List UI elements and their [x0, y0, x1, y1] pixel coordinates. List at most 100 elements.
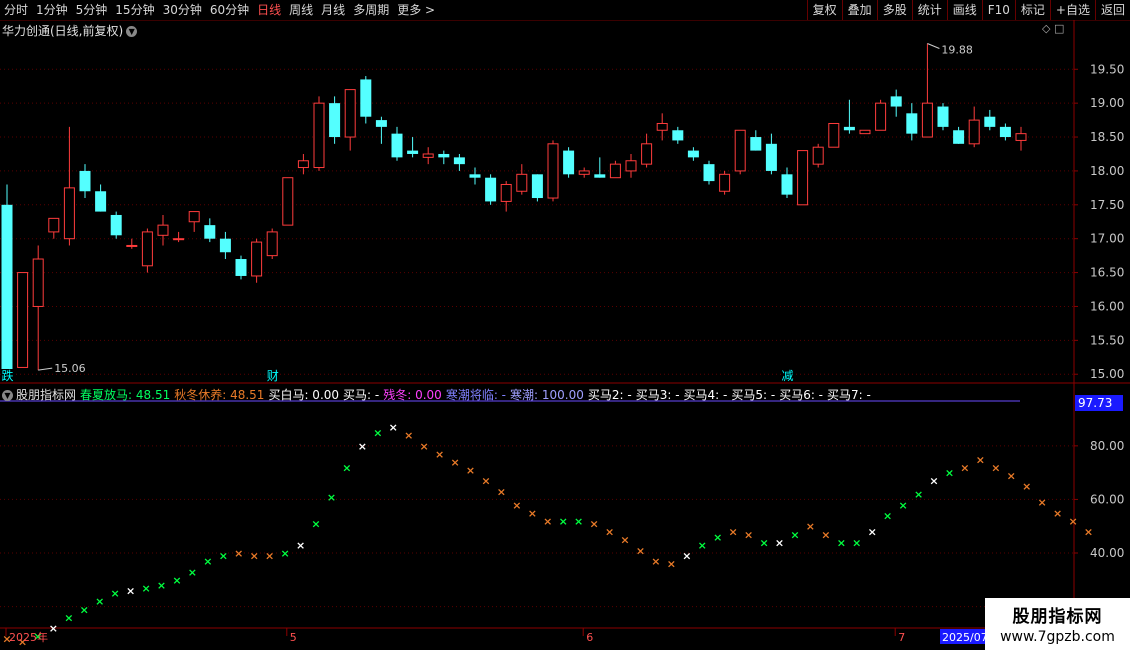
spring-horse-marker: ×: [713, 531, 722, 544]
indicator-axis-label: 40.00: [1090, 546, 1124, 560]
spring-horse-marker: ×: [868, 526, 877, 539]
spring-horse-marker: ×: [837, 536, 846, 549]
candle-body-down: [110, 214, 122, 236]
candle-body-up: [547, 143, 559, 199]
autumn-rest-marker: ×: [620, 534, 629, 547]
candle-body-down: [1, 204, 13, 371]
candle-body-down: [329, 103, 341, 138]
spring-horse-marker: ×: [682, 550, 691, 563]
autumn-rest-marker: ×: [729, 526, 738, 539]
indicator-value-6: 寒潮: 100.00: [510, 388, 584, 402]
autumn-rest-marker: ×: [667, 558, 676, 571]
candle-body-up: [297, 160, 309, 169]
spring-horse-marker: ×: [64, 611, 73, 624]
current-date-label: 2025/07: [942, 631, 988, 644]
autumn-rest-marker: ×: [960, 461, 969, 474]
indicator-value-10: 买马5: -: [731, 388, 776, 402]
spring-horse-marker: ×: [389, 421, 398, 434]
indicator-legend: ▼ 股朋指标网 春夏放马: 48.51 秋冬休养: 48.51 买白马: 0.00 买马:…: [2, 386, 875, 403]
spring-horse-marker: ×: [296, 539, 305, 552]
candle-body-up: [266, 231, 278, 257]
event-marker-1: 财: [267, 369, 279, 383]
autumn-rest-marker: ×: [497, 485, 506, 498]
candle-body-down: [687, 150, 699, 158]
candle-body-up: [173, 238, 185, 241]
spring-horse-marker: ×: [898, 499, 907, 512]
candle-body-down: [360, 79, 372, 117]
indicator-value-1: 秋冬休养: 48.51: [174, 388, 265, 402]
spring-horse-marker: ×: [373, 426, 382, 439]
candle-body-up: [17, 272, 29, 368]
price-axis-label: 15.00: [1090, 367, 1124, 381]
candle-body-up: [921, 102, 933, 138]
candle-body-down: [953, 130, 965, 144]
spring-horse-marker: ×: [280, 547, 289, 560]
price-axis-label: 17.50: [1090, 198, 1124, 212]
spring-horse-marker: ×: [141, 582, 150, 595]
candle-body-down: [937, 106, 949, 127]
candle-body-down: [765, 143, 777, 171]
spring-horse-marker: ×: [95, 595, 104, 608]
price-axis-label: 16.00: [1090, 299, 1124, 313]
autumn-rest-marker: ×: [589, 518, 598, 531]
indicator-value-7: 买马2: -: [587, 388, 632, 402]
indicator-name[interactable]: 股朋指标网: [16, 388, 76, 402]
spring-horse-marker: ×: [775, 536, 784, 549]
indicator-value-12: 买马7: -: [827, 388, 871, 402]
autumn-rest-marker: ×: [512, 499, 521, 512]
candle-body-down: [453, 157, 465, 165]
autumn-rest-marker: ×: [1007, 469, 1016, 482]
spring-horse-marker: ×: [574, 515, 583, 528]
candle-body-up: [126, 244, 138, 247]
candle-body-down: [469, 174, 481, 178]
candle-body-up: [313, 102, 325, 169]
autumn-rest-marker: ×: [250, 550, 259, 563]
candle-body-up: [344, 89, 356, 138]
logo-url: www.7gpzb.com: [1000, 629, 1115, 645]
autumn-rest-marker: ×: [1038, 496, 1047, 509]
candle-body-up: [797, 150, 809, 206]
indicator-menu-icon[interactable]: ▼: [2, 390, 13, 401]
low-pointer: [38, 367, 53, 371]
candle-body-up: [282, 177, 294, 226]
candle-body-up: [812, 146, 824, 165]
date-label-3: 7: [898, 631, 905, 644]
autumn-rest-marker: ×: [481, 475, 490, 488]
spring-horse-marker: ×: [342, 461, 351, 474]
candle-body-down: [594, 174, 606, 178]
spring-horse-marker: ×: [311, 518, 320, 531]
date-label-0: 2025年: [9, 630, 48, 644]
spring-horse-marker: ×: [327, 491, 336, 504]
indicator-axis-label: 80.00: [1090, 439, 1124, 453]
spring-horse-marker: ×: [111, 587, 120, 600]
candle-body-up: [251, 241, 263, 277]
kline-chart[interactable]: 19.50 19.00 18.50 18.00 17.50 17.00 16.50 16.00…: [0, 0, 1130, 650]
candle-body-up: [516, 173, 528, 192]
candle-body-down: [235, 259, 247, 276]
candle-body-up: [63, 187, 75, 240]
price-axis-label: 19.00: [1090, 96, 1124, 110]
candle-body-down: [438, 153, 450, 158]
spring-horse-marker: ×: [759, 536, 768, 549]
site-logo: 股朋指标网 www.7gpzb.com: [985, 598, 1130, 650]
autumn-rest-marker: ×: [466, 464, 475, 477]
candle-body-down: [984, 116, 996, 127]
candle-body-down: [485, 177, 497, 202]
price-axis-label: 18.50: [1090, 130, 1124, 144]
candle-body-up: [48, 217, 60, 233]
indicator-value-9: 买马4: -: [683, 388, 728, 402]
spring-horse-marker: ×: [914, 488, 923, 501]
candle-body-down: [781, 174, 793, 195]
date-label-2: 6: [586, 631, 593, 644]
candle-body-up: [578, 170, 590, 175]
high-pointer: [927, 43, 940, 49]
price-axis-label: 16.50: [1090, 266, 1124, 280]
autumn-rest-marker: ×: [651, 555, 660, 568]
indicator-value-0: 春夏放马: 48.51: [80, 388, 171, 402]
candle-body-up: [875, 102, 887, 131]
price-axis-label: 18.00: [1090, 164, 1124, 178]
indicator-value-5: 寒潮将临: -: [445, 388, 507, 402]
indicator-value-2: 买白马: 0.00: [268, 388, 340, 402]
candle-body-up: [141, 231, 153, 267]
candle-body-down: [531, 174, 543, 199]
